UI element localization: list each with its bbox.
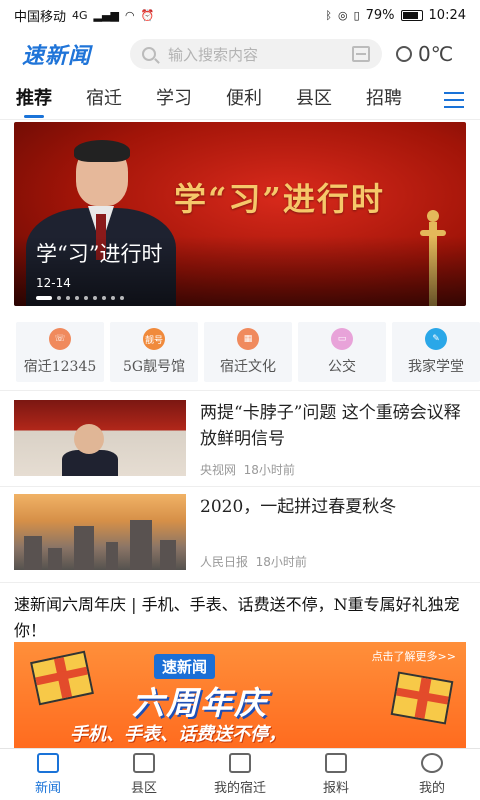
- wifi-icon: ◠: [124, 8, 135, 22]
- carousel-dot[interactable]: [111, 296, 115, 300]
- culture-icon: ▦: [237, 328, 259, 350]
- carousel-dot[interactable]: [66, 296, 70, 300]
- tab-suqian[interactable]: 宿迁: [86, 84, 122, 116]
- promo-title[interactable]: 速新闻六周年庆 | 手机、手表、话费送不停，N重专属好礼独宠你！: [14, 592, 466, 644]
- carousel-dots: [36, 296, 124, 300]
- news-title: 两提“卡脖子”问题 这个重磅会议释放鲜明信号: [200, 403, 461, 449]
- carousel-dot[interactable]: [102, 296, 106, 300]
- network-icon: 4G: [72, 8, 88, 22]
- carousel-dot[interactable]: [84, 296, 88, 300]
- promo-headline: 六周年庆: [132, 684, 269, 722]
- tab-county[interactable]: 县区: [296, 84, 332, 116]
- nav-county[interactable]: 县区: [96, 749, 192, 800]
- nav-label: 新闻: [34, 781, 61, 796]
- search-icon: [142, 47, 156, 61]
- nav-label: 我的: [418, 781, 445, 796]
- tab-strip: 推荐 宿迁 学习 便利 县区 招聘: [0, 80, 430, 120]
- divider: [0, 486, 480, 487]
- weather-widget[interactable]: 0℃: [396, 42, 453, 66]
- nav-label: 报料: [322, 781, 349, 796]
- status-bar: 中国移动 4G ▂▄▆ ◠ ⏰ ᛒ ◎ ▯ 79% 10:24: [0, 0, 480, 30]
- service-label: 宿迁12345: [23, 359, 97, 375]
- news-meta: 人民日报 18小时前: [200, 553, 466, 570]
- divider: [0, 390, 480, 391]
- bottom-navigation: 新闻 县区 我的宿迁 报料 我的: [0, 748, 480, 800]
- service-bus[interactable]: ▭ 公交: [298, 322, 386, 382]
- carousel-dot[interactable]: [36, 296, 52, 300]
- vibrate-icon: ▯: [353, 8, 360, 22]
- battery-percent: 79%: [365, 7, 395, 23]
- category-tabs: 推荐 宿迁 学习 便利 县区 招聘: [0, 80, 480, 120]
- nav-my-suqian[interactable]: 我的宿迁: [192, 749, 288, 800]
- service-label: 5G靓号馆: [122, 359, 186, 375]
- nav-label: 我的宿迁: [213, 781, 266, 796]
- news-meta: 央视网 18小时前: [200, 461, 466, 478]
- temperature: 0℃: [418, 42, 454, 66]
- news-time: 18小时前: [255, 555, 307, 569]
- nav-report[interactable]: 报料: [288, 749, 384, 800]
- building-icon: [229, 753, 251, 773]
- service-label: 我家学堂: [408, 359, 464, 375]
- carousel-dot[interactable]: [75, 296, 79, 300]
- profile-icon: [421, 753, 443, 773]
- news-source: 央视网: [200, 463, 237, 477]
- report-icon: [325, 753, 347, 773]
- menu-icon[interactable]: [444, 92, 464, 108]
- tab-recommend[interactable]: 推荐: [16, 84, 52, 118]
- map-icon: [133, 753, 155, 773]
- service-label: 宿迁文化: [220, 359, 276, 375]
- promo-slogan: 手机、手表、话费送不停，: [70, 724, 286, 745]
- app-logo[interactable]: 速新闻: [22, 38, 122, 70]
- news-icon: [37, 753, 59, 773]
- carousel-dot[interactable]: [93, 296, 97, 300]
- promo-more-link[interactable]: 点击了解更多>>: [372, 648, 456, 664]
- news-time: 18小时前: [243, 463, 295, 477]
- news-source: 人民日报: [200, 555, 249, 569]
- signal-icon: ▂▄▆: [93, 8, 119, 22]
- service-culture[interactable]: ▦ 宿迁文化: [204, 322, 292, 382]
- divider: [0, 582, 480, 583]
- carousel-dot[interactable]: [120, 296, 124, 300]
- app-header: 速新闻 输入搜索内容 0℃: [0, 30, 480, 78]
- promo-brand: 速新闻: [154, 654, 216, 679]
- news-thumbnail: [14, 400, 186, 476]
- battery-icon: [400, 9, 423, 21]
- location-icon: ◎: [337, 8, 348, 22]
- tab-convenience[interactable]: 便利: [226, 84, 262, 116]
- hotline-icon: ☏: [49, 328, 71, 350]
- gift-icon: [30, 650, 94, 706]
- service-school[interactable]: ✎ 我家学堂: [392, 322, 480, 382]
- nav-news[interactable]: 新闻: [0, 749, 96, 800]
- search-input[interactable]: 输入搜索内容: [168, 44, 352, 65]
- gift-icon: [390, 671, 454, 725]
- tab-study[interactable]: 学习: [156, 84, 192, 116]
- carousel-dot[interactable]: [57, 296, 61, 300]
- carrier-label: 中国移动: [14, 9, 67, 25]
- bluetooth-icon: ᛒ: [325, 8, 332, 22]
- school-icon: ✎: [425, 328, 447, 350]
- number-icon: 靓号: [143, 328, 165, 350]
- nav-label: 县区: [130, 781, 157, 796]
- banner-date: 12-14: [36, 276, 71, 290]
- sun-icon: [396, 46, 412, 62]
- news-item[interactable]: 2020，一起拼过春夏秋冬 人民日报 18小时前: [14, 494, 466, 570]
- service-label: 公交: [328, 359, 356, 375]
- service-5g-number[interactable]: 靓号 5G靓号馆: [110, 322, 198, 382]
- news-thumbnail: [14, 494, 186, 570]
- clock: 10:24: [428, 7, 466, 23]
- news-item[interactable]: 两提“卡脖子”问题 这个重磅会议释放鲜明信号 央视网 18小时前: [14, 400, 466, 478]
- tab-jobs[interactable]: 招聘: [366, 84, 402, 116]
- news-title: 2020，一起拼过春夏秋冬: [200, 497, 397, 517]
- banner-headline: 学“习”进行时: [174, 180, 385, 218]
- banner-caption: 学“习”进行时: [36, 242, 163, 266]
- service-shortcuts: ☏ 宿迁12345 靓号 5G靓号馆 ▦ 宿迁文化 ▭ 公交 ✎ 我家学堂: [0, 322, 480, 384]
- scan-icon[interactable]: [352, 46, 370, 62]
- promo-banner[interactable]: 速新闻 六周年庆 手机、手表、话费送不停， 点击了解更多>>: [14, 642, 466, 752]
- top-banner[interactable]: 学“习”进行时 学“习”进行时 12-14: [14, 122, 466, 306]
- service-hotline[interactable]: ☏ 宿迁12345: [16, 322, 104, 382]
- nav-profile[interactable]: 我的: [384, 749, 480, 800]
- bus-icon: ▭: [331, 328, 353, 350]
- alarm-icon: ⏰: [140, 8, 155, 22]
- search-bar[interactable]: 输入搜索内容: [130, 39, 382, 69]
